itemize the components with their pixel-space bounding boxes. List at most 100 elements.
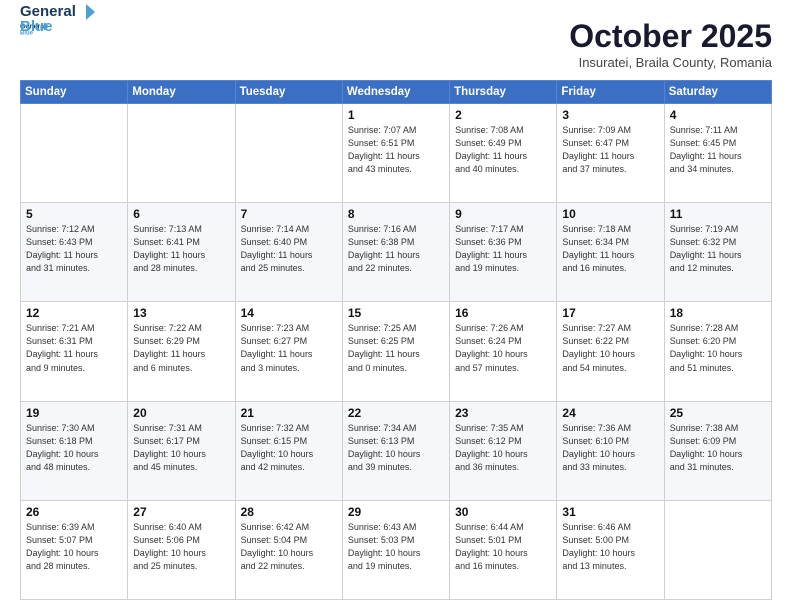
day-cell — [664, 500, 771, 599]
day-cell: 22 Sunrise: 7:34 AM Sunset: 6:13 PM Dayli… — [342, 401, 449, 500]
day-cell: 21 Sunrise: 7:32 AM Sunset: 6:15 PM Dayli… — [235, 401, 342, 500]
page: General Blue General Blue October 2025 I… — [0, 0, 792, 612]
day-number: 29 — [348, 505, 444, 519]
location-subtitle: Insuratei, Braila County, Romania — [569, 55, 772, 70]
day-cell: 2Sunrise: 7:08 AM Sunset: 6:49 PM Daylig… — [450, 104, 557, 203]
day-info: Sunrise: 7:11 AM Sunset: 6:45 PM Dayligh… — [670, 124, 766, 176]
day-info: Sunrise: 6:46 AM Sunset: 5:00 PM Dayligh… — [562, 521, 658, 573]
day-cell: 1 Sunrise: 7:07 AM Sunset: 6:51 PM Daylig… — [342, 104, 449, 203]
day-info: Sunrise: 7:25 AM Sunset: 6:25 PM Dayligh… — [348, 322, 444, 374]
day-info: Sunrise: 7:26 AM Sunset: 6:24 PM Dayligh… — [455, 322, 551, 374]
calendar-header-row: SundayMondayTuesdayWednesdayThursdayFrid… — [21, 81, 772, 104]
day-cell: 16 Sunrise: 7:26 AM Sunset: 6:24 PM Dayli… — [450, 302, 557, 401]
day-info: Sunrise: 7:08 AM Sunset: 6:49 PM Dayligh… — [455, 124, 551, 176]
day-info: Sunrise: 7:18 AM Sunset: 6:34 PM Dayligh… — [562, 223, 658, 275]
day-info: Sunrise: 7:34 AM Sunset: 6:13 PM Dayligh… — [348, 422, 444, 474]
day-number: 30 — [455, 505, 551, 519]
day-cell: 26 Sunrise: 6:39 AM Sunset: 5:07 PM Dayli… — [21, 500, 128, 599]
day-info: Sunrise: 7:16 AM Sunset: 6:38 PM Dayligh… — [348, 223, 444, 275]
day-number: 28 — [241, 505, 337, 519]
day-number: 12 — [26, 306, 122, 320]
day-cell: 30 Sunrise: 6:44 AM Sunset: 5:01 PM Dayli… — [450, 500, 557, 599]
day-cell: 6 Sunrise: 7:13 AM Sunset: 6:41 PM Daylig… — [128, 203, 235, 302]
calendar: SundayMondayTuesdayWednesdayThursdayFrid… — [20, 80, 772, 600]
day-number: 24 — [562, 406, 658, 420]
day-cell: 14Sunrise: 7:23 AM Sunset: 6:27 PM Dayli… — [235, 302, 342, 401]
day-info: Sunrise: 6:43 AM Sunset: 5:03 PM Dayligh… — [348, 521, 444, 573]
day-number: 20 — [133, 406, 229, 420]
day-info: Sunrise: 7:07 AM Sunset: 6:51 PM Dayligh… — [348, 124, 444, 176]
day-info: Sunrise: 7:13 AM Sunset: 6:41 PM Dayligh… — [133, 223, 229, 275]
day-number: 15 — [348, 306, 444, 320]
day-number: 27 — [133, 505, 229, 519]
day-number: 14 — [241, 306, 337, 320]
day-cell — [128, 104, 235, 203]
col-header-tuesday: Tuesday — [235, 81, 342, 104]
logo-general: General — [20, 3, 76, 20]
day-info: Sunrise: 7:32 AM Sunset: 6:15 PM Dayligh… — [241, 422, 337, 474]
day-cell: 5Sunrise: 7:12 AM Sunset: 6:43 PM Daylig… — [21, 203, 128, 302]
logo-bird-icon — [77, 2, 95, 20]
day-cell: 20 Sunrise: 7:31 AM Sunset: 6:17 PM Dayli… — [128, 401, 235, 500]
day-info: Sunrise: 7:14 AM Sunset: 6:40 PM Dayligh… — [241, 223, 337, 275]
day-cell: 3Sunrise: 7:09 AM Sunset: 6:47 PM Daylig… — [557, 104, 664, 203]
day-info: Sunrise: 6:42 AM Sunset: 5:04 PM Dayligh… — [241, 521, 337, 573]
day-cell: 23Sunrise: 7:35 AM Sunset: 6:12 PM Dayli… — [450, 401, 557, 500]
day-cell: 12Sunrise: 7:21 AM Sunset: 6:31 PM Dayli… — [21, 302, 128, 401]
day-cell: 7 Sunrise: 7:14 AM Sunset: 6:40 PM Daylig… — [235, 203, 342, 302]
day-cell: 4Sunrise: 7:11 AM Sunset: 6:45 PM Daylig… — [664, 104, 771, 203]
week-row-4: 26 Sunrise: 6:39 AM Sunset: 5:07 PM Dayli… — [21, 500, 772, 599]
day-info: Sunrise: 7:38 AM Sunset: 6:09 PM Dayligh… — [670, 422, 766, 474]
day-number: 31 — [562, 505, 658, 519]
day-number: 16 — [455, 306, 551, 320]
header: General Blue General Blue October 2025 I… — [20, 18, 772, 70]
week-row-0: 1 Sunrise: 7:07 AM Sunset: 6:51 PM Daylig… — [21, 104, 772, 203]
week-row-3: 19Sunrise: 7:30 AM Sunset: 6:18 PM Dayli… — [21, 401, 772, 500]
day-number: 11 — [670, 207, 766, 221]
day-number: 5 — [26, 207, 122, 221]
day-cell: 24Sunrise: 7:36 AM Sunset: 6:10 PM Dayli… — [557, 401, 664, 500]
col-header-wednesday: Wednesday — [342, 81, 449, 104]
col-header-thursday: Thursday — [450, 81, 557, 104]
day-number: 7 — [241, 207, 337, 221]
col-header-saturday: Saturday — [664, 81, 771, 104]
day-number: 1 — [348, 108, 444, 122]
day-number: 26 — [26, 505, 122, 519]
day-number: 21 — [241, 406, 337, 420]
day-info: Sunrise: 7:17 AM Sunset: 6:36 PM Dayligh… — [455, 223, 551, 275]
day-number: 13 — [133, 306, 229, 320]
day-info: Sunrise: 7:22 AM Sunset: 6:29 PM Dayligh… — [133, 322, 229, 374]
day-cell: 29 Sunrise: 6:43 AM Sunset: 5:03 PM Dayli… — [342, 500, 449, 599]
day-cell: 31 Sunrise: 6:46 AM Sunset: 5:00 PM Dayli… — [557, 500, 664, 599]
day-number: 19 — [26, 406, 122, 420]
day-info: Sunrise: 6:40 AM Sunset: 5:06 PM Dayligh… — [133, 521, 229, 573]
title-area: October 2025 Insuratei, Braila County, R… — [569, 18, 772, 70]
day-cell: 10 Sunrise: 7:18 AM Sunset: 6:34 PM Dayli… — [557, 203, 664, 302]
day-cell — [21, 104, 128, 203]
day-info: Sunrise: 7:28 AM Sunset: 6:20 PM Dayligh… — [670, 322, 766, 374]
col-header-friday: Friday — [557, 81, 664, 104]
day-number: 9 — [455, 207, 551, 221]
day-number: 3 — [562, 108, 658, 122]
day-number: 10 — [562, 207, 658, 221]
day-number: 6 — [133, 207, 229, 221]
day-info: Sunrise: 7:31 AM Sunset: 6:17 PM Dayligh… — [133, 422, 229, 474]
day-info: Sunrise: 7:35 AM Sunset: 6:12 PM Dayligh… — [455, 422, 551, 474]
day-number: 22 — [348, 406, 444, 420]
week-row-1: 5Sunrise: 7:12 AM Sunset: 6:43 PM Daylig… — [21, 203, 772, 302]
day-cell: 28 Sunrise: 6:42 AM Sunset: 5:04 PM Dayli… — [235, 500, 342, 599]
day-number: 17 — [562, 306, 658, 320]
day-info: Sunrise: 7:27 AM Sunset: 6:22 PM Dayligh… — [562, 322, 658, 374]
day-cell: 27 Sunrise: 6:40 AM Sunset: 5:06 PM Dayli… — [128, 500, 235, 599]
week-row-2: 12Sunrise: 7:21 AM Sunset: 6:31 PM Dayli… — [21, 302, 772, 401]
col-header-monday: Monday — [128, 81, 235, 104]
day-cell: 9 Sunrise: 7:17 AM Sunset: 6:36 PM Daylig… — [450, 203, 557, 302]
day-cell: 25 Sunrise: 7:38 AM Sunset: 6:09 PM Dayli… — [664, 401, 771, 500]
month-title: October 2025 — [569, 18, 772, 55]
day-number: 25 — [670, 406, 766, 420]
day-cell: 11Sunrise: 7:19 AM Sunset: 6:32 PM Dayli… — [664, 203, 771, 302]
day-info: Sunrise: 6:39 AM Sunset: 5:07 PM Dayligh… — [26, 521, 122, 573]
day-cell: 15 Sunrise: 7:25 AM Sunset: 6:25 PM Dayli… — [342, 302, 449, 401]
day-info: Sunrise: 6:44 AM Sunset: 5:01 PM Dayligh… — [455, 521, 551, 573]
day-cell: 19Sunrise: 7:30 AM Sunset: 6:18 PM Dayli… — [21, 401, 128, 500]
